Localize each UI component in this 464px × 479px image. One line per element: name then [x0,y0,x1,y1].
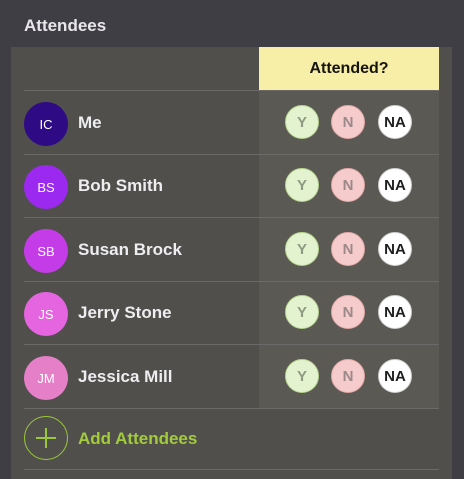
attendee-row: JS Jerry Stone Y N NA [24,281,439,344]
attended-no-button[interactable]: N [331,295,365,329]
attended-na-button[interactable]: NA [378,105,412,139]
attended-yes-button[interactable]: Y [285,232,319,266]
attendee-row: IC Me Y N NA [24,91,439,154]
attendee-name: Susan Brock [78,240,182,259]
add-attendees-button[interactable]: Add Attendees [24,408,439,469]
plus-circle-icon [24,416,68,460]
attended-yes-button[interactable]: Y [285,359,319,393]
attended-no-button[interactable]: N [331,359,365,393]
attended-yes-button[interactable]: Y [285,105,319,139]
add-attendees-label: Add Attendees [78,429,198,448]
attended-na-button[interactable]: NA [378,359,412,393]
attendee-row: JM Jessica Mill Y N NA [24,345,439,408]
attended-na-button[interactable]: NA [378,295,412,329]
avatar: JS [24,292,68,336]
attendee-row: SB Susan Brock Y N NA [24,218,439,281]
attendee-name: Bob Smith [78,176,163,195]
attended-no-button[interactable]: N [331,168,365,202]
section-title: Attendees [24,16,107,35]
attendees-panel: Attended? IC Me Y N NA BS Bob Smith Y N … [11,47,452,479]
attendee-row: BS Bob Smith Y N NA [24,154,439,217]
attendee-name: Jerry Stone [78,303,172,322]
avatar: SB [24,229,68,273]
avatar: JM [24,356,68,400]
attended-column-header: Attended? [259,47,439,90]
avatar: BS [24,165,68,209]
attended-no-button[interactable]: N [331,232,365,266]
attended-yes-button[interactable]: Y [285,295,319,329]
row-divider [24,469,439,470]
attended-na-button[interactable]: NA [378,232,412,266]
attended-na-button[interactable]: NA [378,168,412,202]
attended-yes-button[interactable]: Y [285,168,319,202]
attended-no-button[interactable]: N [331,105,365,139]
avatar: IC [24,102,68,146]
attendee-name: Jessica Mill [78,367,173,386]
attendee-name: Me [78,113,102,132]
